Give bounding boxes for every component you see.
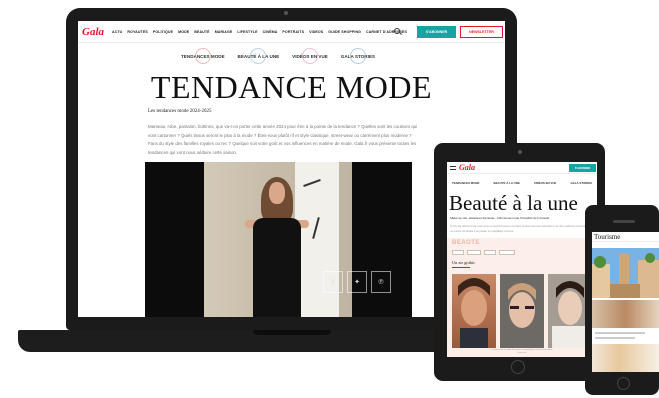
- subnav-gala-stories[interactable]: GALA STORIES: [570, 181, 592, 185]
- nav-item-royautes[interactable]: ROYAUTÉS: [127, 30, 147, 34]
- town-photo[interactable]: [592, 248, 659, 298]
- subnav-tendances-mode[interactable]: TENDANCES MODE: [178, 48, 228, 64]
- section-underline: [452, 267, 470, 268]
- nav-item-lifestyle[interactable]: LIFESTYLE: [237, 30, 257, 34]
- devices-mockup: Gala ACTU ROYAUTÉS POLITIQUE MODE BEAUTÉ…: [0, 0, 659, 398]
- newsletter-button[interactable]: NEWSLETTER: [460, 26, 503, 38]
- photo-caption: La saison de lucidité d'ici pour le maqu…: [491, 349, 553, 355]
- model-portrait-2: [508, 283, 536, 328]
- filter-chips: [452, 250, 515, 255]
- nav-item-cinema[interactable]: CINÉMA: [263, 30, 278, 34]
- filter-chip[interactable]: [467, 250, 481, 255]
- subscribe-button[interactable]: S'ABONNER: [569, 164, 596, 172]
- nav-item-politique[interactable]: POLITIQUE: [153, 30, 173, 34]
- menu-icon[interactable]: [450, 166, 456, 170]
- nav-item-videos[interactable]: VIDEOS: [309, 30, 323, 34]
- section-heading: Un air gothic: [452, 260, 476, 265]
- nav-item-mariage[interactable]: MARIAGE: [215, 30, 233, 34]
- ring-decoration: [194, 48, 211, 64]
- page-title: TENDANCE MODE: [150, 69, 433, 105]
- beauty-panel-label: ВЕАОТЕ: [452, 240, 480, 246]
- article-intro: Manteau, robe, pantalon, bottines, que v…: [148, 124, 418, 155]
- food-photo[interactable]: [592, 300, 659, 328]
- nav-item-beaute[interactable]: BEAUTÉ: [194, 30, 209, 34]
- gala-logo[interactable]: Gala: [459, 163, 475, 172]
- tablet-home-button[interactable]: [511, 360, 525, 374]
- pinterest-share-icon[interactable]: ℗: [371, 271, 391, 293]
- nav-item-guide-shopping[interactable]: GUIDE SHOPPING: [328, 30, 361, 34]
- ring-decoration: [349, 48, 366, 64]
- subnav-beaute-a-la-une[interactable]: BEAUTÉ À LA UNE: [494, 181, 520, 185]
- laptop-camera: [284, 11, 288, 15]
- subnav-videos-en-vue[interactable]: VIDÉOS EN VUE: [289, 48, 331, 64]
- nav-menu: ACTU ROYAUTÉS POLITIQUE MODE BEAUTÉ MARI…: [112, 30, 407, 34]
- phone-header: Tourisme: [592, 232, 659, 242]
- article-kicker: Les tendances mode 2024-2025: [148, 109, 212, 114]
- subnav-videos-en-vue[interactable]: VIDÉOS EN VUE: [534, 181, 557, 185]
- nav-item-mode[interactable]: MODE: [178, 30, 189, 34]
- video-player[interactable]: f ✦ ℗: [145, 162, 412, 317]
- phone-home-button[interactable]: [617, 377, 630, 390]
- filter-chip[interactable]: [452, 250, 464, 255]
- tablet-navigation: Gala S'ABONNER: [447, 162, 597, 174]
- model-portrait-1: [458, 278, 490, 348]
- text-placeholder: [595, 337, 635, 339]
- page-intro: Si l'on fait référence de ceux qu'on a t…: [450, 225, 591, 233]
- ring-decoration: [250, 48, 267, 64]
- phone-speaker: [613, 220, 635, 223]
- person-face: [269, 182, 285, 204]
- ring-decoration: [302, 48, 318, 64]
- model-photo-1[interactable]: [452, 274, 496, 348]
- nav-item-actu[interactable]: ACTU: [112, 30, 122, 34]
- tablet-camera: [518, 150, 522, 154]
- text-placeholder: [595, 332, 645, 334]
- person-dress: [253, 218, 301, 317]
- subnav-gala-stories[interactable]: GALA STORIES: [338, 48, 378, 64]
- page-title: Beauté à la une: [449, 191, 578, 215]
- twitter-share-icon[interactable]: ✦: [347, 271, 367, 293]
- video-wall-art: [295, 162, 339, 317]
- top-navigation: Gala ACTU ROYAUTÉS POLITIQUE MODE BEAUTÉ…: [78, 21, 505, 43]
- gala-logo[interactable]: Gala: [82, 26, 104, 38]
- tablet-screen: Gala S'ABONNER TENDANCES MODE BEAUTÉ À L…: [447, 162, 597, 357]
- filter-chip[interactable]: [499, 250, 515, 255]
- filter-chip[interactable]: [484, 250, 496, 255]
- search-icon[interactable]: [394, 28, 400, 34]
- drinks-photo[interactable]: [592, 344, 659, 372]
- tablet-subnav: TENDANCES MODE BEAUTÉ À LA UNE VIDÉOS EN…: [452, 181, 592, 185]
- town-illustration: [592, 248, 659, 298]
- page-title: Tourisme: [594, 233, 621, 241]
- laptop-notch: [253, 330, 331, 335]
- facebook-share-icon[interactable]: f: [323, 271, 343, 293]
- subnav-beaute-a-la-une[interactable]: BEAUTÉ À LA UNE: [235, 48, 283, 64]
- nav-item-portraits[interactable]: PORTRAITS: [282, 30, 304, 34]
- phone-screen: Tourisme: [592, 232, 659, 372]
- model-photo-2[interactable]: [500, 274, 544, 348]
- page-kicker: Make up star, tendances déroutan... Déco…: [450, 216, 550, 220]
- subnav-tendances-mode[interactable]: TENDANCES MODE: [452, 181, 479, 185]
- section-subnav: TENDANCES MODE BEAUTÉ À LA UNE VIDÉOS EN…: [178, 47, 378, 65]
- subscribe-button[interactable]: S'ABONNER: [417, 26, 456, 38]
